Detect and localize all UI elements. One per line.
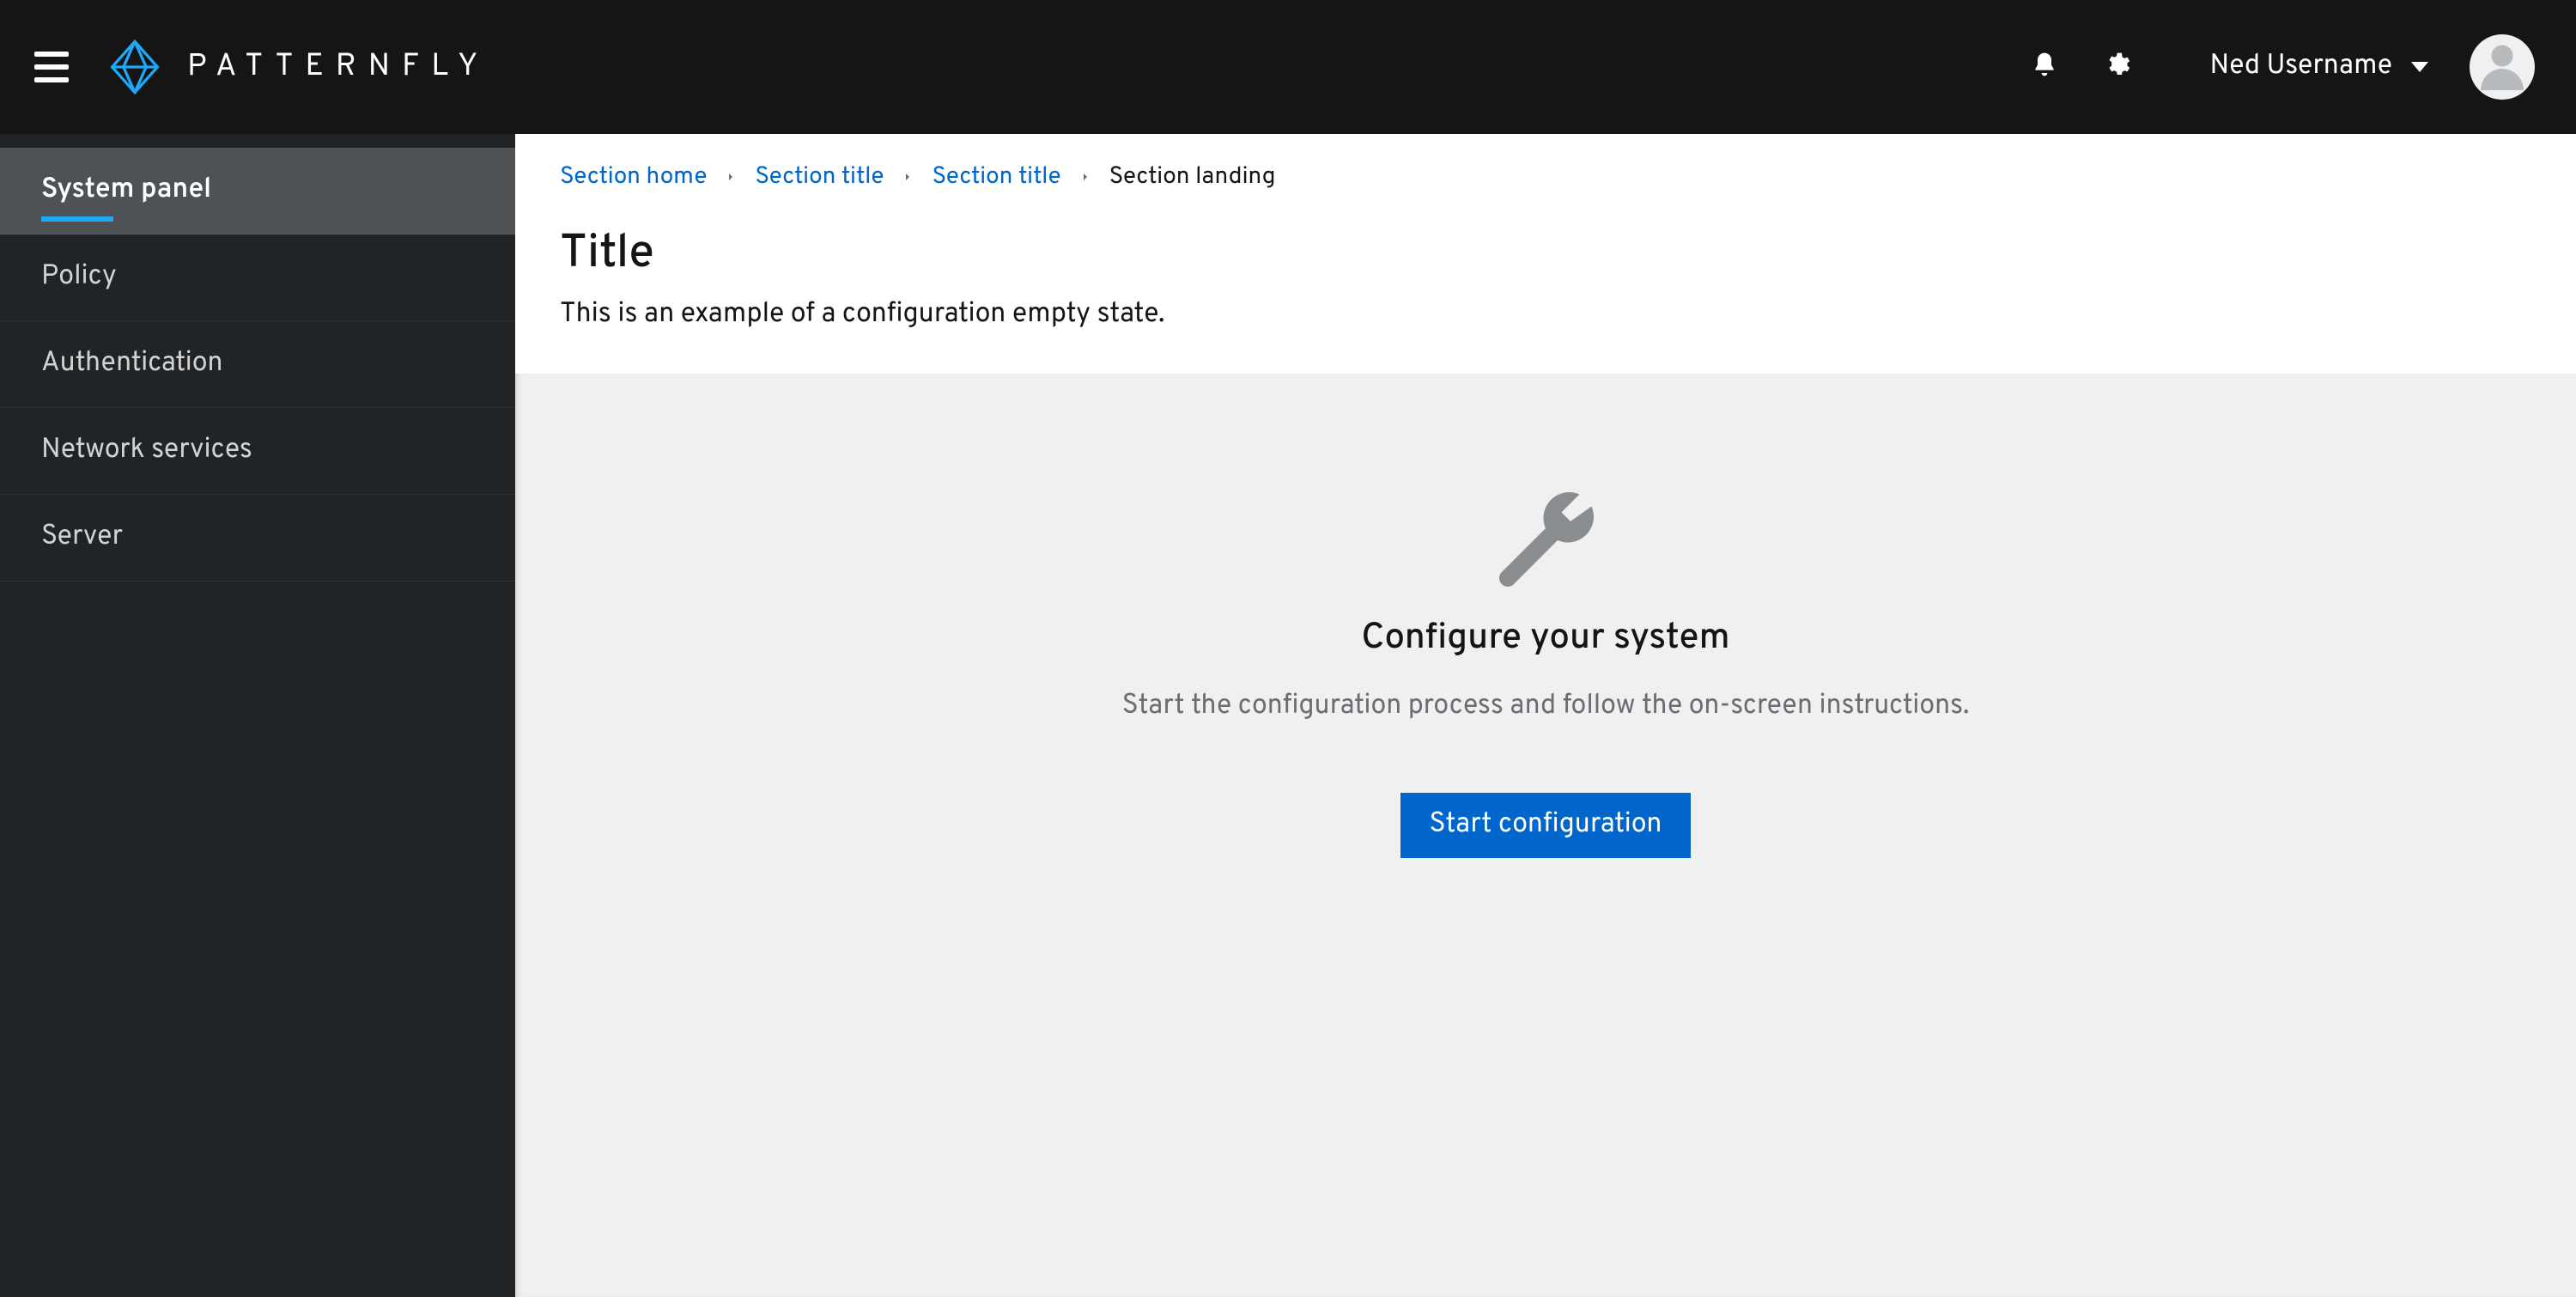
user-menu-toggle[interactable]: Ned Username	[2209, 50, 2428, 84]
empty-state-body: Start the configuration process and foll…	[1122, 690, 1970, 724]
breadcrumb-link[interactable]: Section title	[755, 161, 884, 192]
nav-toggle-button[interactable]	[31, 46, 72, 88]
chevron-right-icon	[724, 170, 738, 184]
sidebar-item-label: Policy	[41, 260, 117, 295]
avatar-icon	[2476, 39, 2528, 96]
page-header: Section home Section title Section title…	[515, 134, 2576, 374]
empty-state: Configure your system Start the configur…	[1122, 484, 1970, 858]
empty-state-title: Configure your system	[1122, 617, 1970, 662]
main-content: Section home Section title Section title…	[515, 134, 2576, 1297]
avatar[interactable]	[2470, 34, 2535, 100]
start-configuration-button[interactable]: Start configuration	[1400, 793, 1692, 858]
brand-wordmark: PATTERNFLY	[187, 47, 489, 87]
page-description: This is an example of a configuration em…	[560, 298, 2531, 332]
breadcrumb: Section home Section title Section title…	[560, 161, 2531, 192]
breadcrumb-link[interactable]: Section title	[932, 161, 1060, 192]
sidebar-item-label: Network services	[41, 434, 252, 468]
chevron-right-icon	[901, 170, 914, 184]
brand-logo-icon	[106, 39, 163, 95]
brand[interactable]: PATTERNFLY	[106, 39, 489, 95]
content-area: Configure your system Start the configur…	[515, 374, 2576, 1297]
breadcrumb-current: Section landing	[1109, 161, 1276, 192]
page-title: Title	[560, 225, 2531, 284]
breadcrumb-link[interactable]: Section home	[560, 161, 707, 192]
sidebar-item-network-services[interactable]: Network services	[0, 408, 515, 495]
gear-icon	[2103, 51, 2130, 84]
bell-icon	[2031, 51, 2058, 84]
settings-button[interactable]	[2086, 36, 2148, 98]
sidebar-item-label: System panel	[41, 174, 211, 208]
sidebar-nav: System panel Policy Authentication Netwo…	[0, 134, 515, 1297]
sidebar-item-label: Server	[41, 521, 123, 555]
notifications-button[interactable]	[2014, 36, 2075, 98]
sidebar-item-system-panel[interactable]: System panel	[0, 148, 515, 234]
caret-down-icon	[2411, 62, 2428, 72]
sidebar-item-label: Authentication	[41, 347, 223, 381]
sidebar-item-authentication[interactable]: Authentication	[0, 321, 515, 408]
user-name-label: Ned Username	[2209, 50, 2392, 84]
chevron-right-icon	[1078, 170, 1092, 184]
sidebar-item-server[interactable]: Server	[0, 495, 515, 582]
masthead: PATTERNFLY Ned Username	[0, 0, 2576, 134]
page-body: System panel Policy Authentication Netwo…	[0, 134, 2576, 1297]
sidebar-item-policy[interactable]: Policy	[0, 234, 515, 321]
wrench-icon	[1122, 484, 1970, 593]
